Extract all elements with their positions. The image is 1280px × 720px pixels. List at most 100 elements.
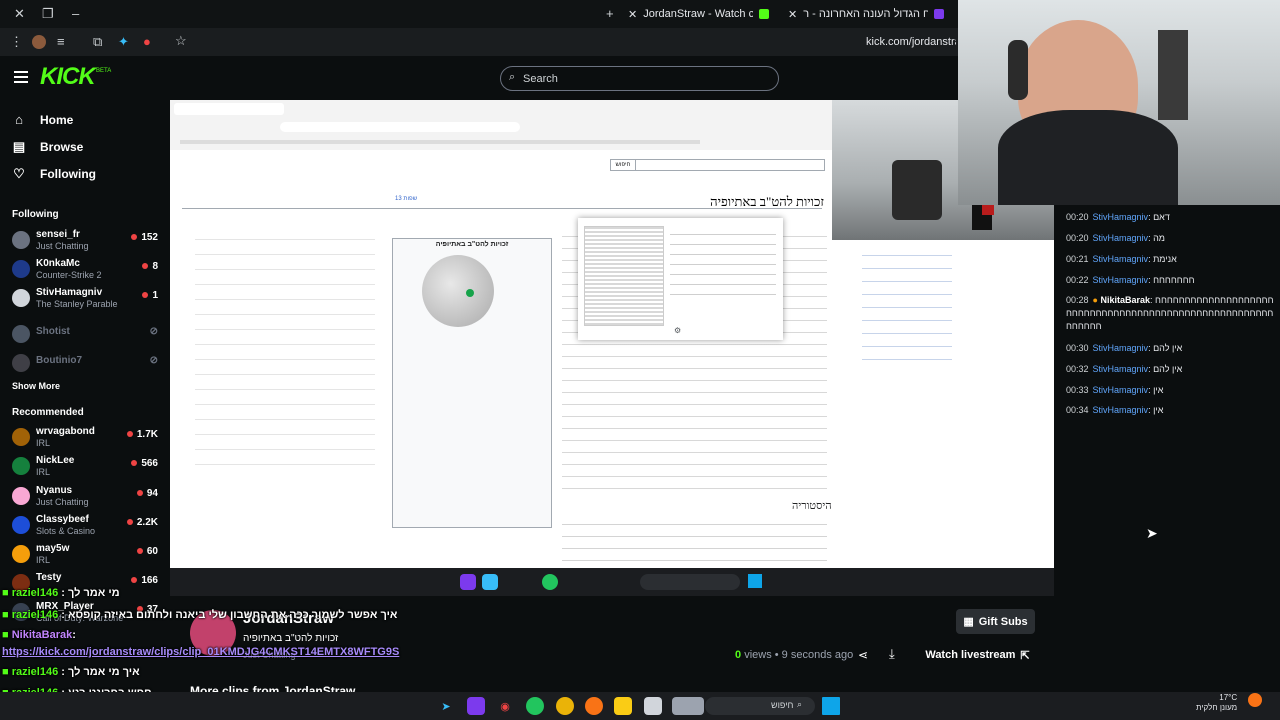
channel-category: The Stanley Parable [36,299,118,309]
chat-text: אין [1153,385,1164,395]
tab-favicon-icon [934,9,945,19]
chat-user[interactable]: StivHamagniv [1093,254,1149,264]
sidebar-channel[interactable]: NickLee IRL 566 [12,454,162,480]
taskbar-search[interactable]: חיפוש ⌕ [705,697,815,715]
external-link-icon: ⇱ [1020,649,1030,662]
gift-subs-button[interactable]: ▦ Gift Subs [956,609,1035,634]
channel-category: Just Chatting [36,497,89,507]
viewer-count: 60 [136,546,158,557]
sidebar-channel[interactable]: Shotist ⊘ [12,322,162,348]
viewer-number: 60 [146,546,158,557]
live-dot-icon [126,431,133,437]
firefox-icon[interactable] [585,697,603,715]
extension-puzzle-icon[interactable]: ⧉ [93,34,102,50]
nav-browse[interactable]: ▤ Browse [12,139,84,155]
chat-user[interactable]: StivHamagniv [1093,275,1149,285]
sidebar-channel[interactable]: Boutinio7 ⊘ [12,351,162,377]
infobox-title: זכויות להט"ב באתיופיה [435,241,509,248]
address-bar: ⋮ ≡ ⧉ ✦ ● ☆ kick.com/jordanstraw [0,28,960,56]
chat-text: אין להם [1153,343,1183,353]
close-tab-icon[interactable]: ✕ [788,8,797,21]
overlay-link[interactable]: https://kick.com/jordanstraw/clips/clip_… [2,646,399,658]
live-dot-icon [142,292,149,298]
captured-search [640,574,740,590]
avatar [12,354,30,372]
chat-user[interactable]: StivHamagniv [1093,212,1149,222]
chat-user[interactable]: StivHamagniv [1093,343,1149,353]
adblock-icon[interactable]: ● [143,34,151,49]
watch-label: Watch livestream [925,649,1016,661]
chat-user[interactable]: StivHamagniv [1093,385,1149,395]
channel-name: Testy [36,572,62,583]
extension-icon[interactable]: ✦ [118,34,129,50]
window-frame [1158,30,1188,120]
app-thumbnail-icon[interactable] [672,697,704,715]
tab-label: האח הגדול העונה האחרונה - ר [803,8,929,20]
nav-label: Home [40,112,74,127]
sidebar-channel[interactable]: Nyanus Just Chatting 94 [12,484,162,510]
hamburger-menu-icon[interactable] [14,71,28,83]
close-window-icon[interactable]: ✕ [14,6,25,22]
gift-label: Gift Subs [978,615,1028,628]
search-box[interactable]: ⌕ [500,66,779,91]
sidebar-channel[interactable]: K0nkaMc Counter-Strike 2 8 [12,257,162,283]
channel-name: Classybeef [36,514,89,525]
chat-user[interactable]: StivHamagniv [1093,405,1149,415]
kick-logo[interactable]: KICK [40,63,96,91]
folder-icon[interactable] [614,697,632,715]
chat-time: 00:34 [1066,405,1089,415]
browser-tab-bar: ✕ ❐ – + ✕ JordanStraw - Watch clips o ✕ … [0,0,960,28]
chat-message: 00:34 StivHamagniv: אין [1066,405,1164,415]
nav-following[interactable]: ♡ Following [12,166,96,182]
spotify-icon[interactable] [526,697,544,715]
url-field[interactable]: kick.com/jordanstraw [866,36,956,48]
chrome-icon[interactable] [556,697,574,715]
search-icon: ⌕ [797,699,803,709]
download-icon[interactable]: ⤓ [889,646,895,662]
views-count: 0 [735,649,742,661]
live-dot-icon [136,490,143,496]
sidebar-channel[interactable]: Classybeef Slots & Casino 2.2K [12,513,162,539]
chat-user[interactable]: StivHamagniv [1093,233,1149,243]
chat-time: 00:30 [1066,343,1089,353]
telegram-icon[interactable]: ➤ [437,697,455,715]
avatar [12,231,30,249]
app-icon[interactable] [644,697,662,715]
chat-user[interactable]: NikitaBarak [1100,295,1150,305]
new-tab-icon[interactable]: + [606,6,614,21]
share-icon[interactable]: ⋖ [858,648,868,662]
sidebar-channel[interactable]: sensei_fr Just Chatting 152 [12,228,162,254]
bookmark-star-icon[interactable]: ☆ [175,33,187,49]
restore-window-icon[interactable]: ❐ [42,6,54,22]
channel-name: wrvagabond [36,426,95,437]
weather-widget[interactable]: 17°C מעונן חלקית [1196,693,1237,713]
watch-livestream-button[interactable]: Watch livestream ⇱ [916,644,1039,666]
more-menu-icon[interactable]: ⋮ [10,34,23,50]
app-icon[interactable]: ◉ [496,697,514,715]
minimize-window-icon[interactable]: – [72,6,79,21]
heart-icon: ♡ [13,166,25,181]
viewer-number: 8 [152,261,158,272]
nav-home[interactable]: ⌂ Home [12,112,73,127]
chat-text: אנימת [1153,254,1177,264]
windows-start-icon[interactable] [822,697,840,715]
channel-name: K0nkaMc [36,258,80,269]
wikipedia-page: חיפוש זכויות להט"ב באתיופיה 13 שפות זכוי… [170,150,832,568]
popup-text [670,228,776,298]
chat-user[interactable]: StivHamagniv [1093,364,1149,374]
close-tab-icon[interactable]: ✕ [628,8,637,21]
tab-wiki[interactable]: ✕ האח הגדול העונה האחרונה - ר [788,4,953,24]
sidebar-channel[interactable]: StivHamagniv The Stanley Parable 1 [12,286,162,312]
channel-category: IRL [36,555,51,565]
search-input[interactable] [523,70,763,88]
show-more-button[interactable]: Show More [12,381,60,391]
profile-avatar[interactable] [32,35,46,49]
app-icon[interactable] [467,697,485,715]
sidebar-channel[interactable]: wrvagabond IRL 1.7K [12,425,162,451]
sidebar-channel[interactable]: may5w IRL 60 [12,542,162,568]
offline-icon: ⊘ [149,326,158,337]
chat-message: 00:28 ● NikitaBarak: חחחחחחחחחחחחחחחחחחחח… [1066,295,1274,331]
viewer-number: 152 [141,232,158,243]
extensions-icon[interactable]: ≡ [57,34,65,49]
tab-kick[interactable]: ✕ JordanStraw - Watch clips o [628,4,778,24]
